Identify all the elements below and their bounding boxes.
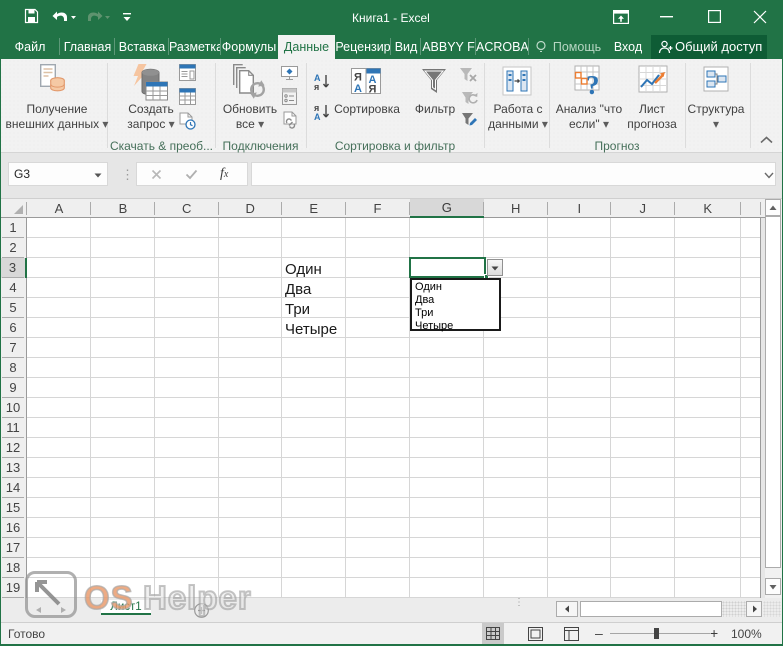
svg-text:А: А	[354, 83, 362, 94]
svg-text:я: я	[314, 82, 319, 91]
svg-text:?: ?	[586, 70, 600, 95]
svg-text:А: А	[314, 112, 321, 121]
svg-text:Я: Я	[369, 84, 377, 95]
svg-text:Я: Я	[354, 72, 362, 84]
